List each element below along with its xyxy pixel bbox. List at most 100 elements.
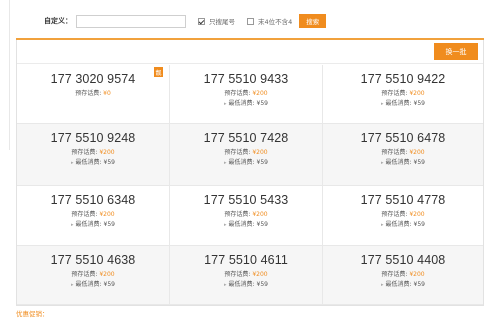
- minimum-spend-label: 最低消费:: [75, 221, 102, 228]
- prestore-fee: 预存话费: ¥200: [381, 89, 424, 99]
- number-card[interactable]: 177 5510 9433预存话费: ¥200最低消费: ¥59: [170, 65, 323, 124]
- minimum-spend: 最低消费: ¥59: [71, 220, 115, 230]
- minimum-spend: 最低消费: ¥59: [381, 99, 425, 109]
- prestore-fee-value: ¥200: [99, 211, 115, 218]
- minimum-spend-value: ¥59: [413, 159, 425, 166]
- prestore-fee-value: ¥200: [252, 149, 268, 156]
- number-card[interactable]: 177 5510 4778预存话费: ¥200最低消费: ¥59: [323, 186, 483, 246]
- minimum-spend: 最低消费: ¥59: [381, 158, 425, 168]
- tail-only-label: 只搜尾号: [209, 18, 235, 26]
- prestore-fee: 预存话费: ¥200: [224, 210, 267, 220]
- exclude-four-checkbox[interactable]: [247, 17, 254, 25]
- minimum-spend-value: ¥59: [256, 221, 268, 228]
- minimum-spend-value: ¥59: [413, 281, 425, 288]
- prestore-fee-value: ¥200: [409, 149, 425, 156]
- prestore-fee-value: ¥200: [252, 271, 268, 278]
- prestore-fee-value: ¥200: [99, 271, 115, 278]
- minimum-spend-label: 最低消费:: [385, 221, 412, 228]
- number-grid: 177 3020 9574 预存话费: ¥0 靓 177 5510 9433 预存话费:…: [17, 65, 483, 305]
- prestore-fee-label: 预存话费:: [71, 149, 98, 156]
- minimum-spend: 最低消费: ¥59: [224, 99, 268, 109]
- swap-batch-button[interactable]: 换一批: [434, 43, 478, 60]
- minimum-spend-value: ¥59: [103, 159, 115, 166]
- prestore-fee: 预存话费: ¥200: [381, 210, 424, 220]
- prestore-fee-value: ¥200: [409, 211, 425, 218]
- minimum-spend-value: ¥59: [256, 281, 268, 288]
- prestore-fee-label: 预存话费:: [224, 149, 251, 156]
- custom-search-bar: 自定义： 只搜尾号 末4位不含4 搜索: [20, 8, 490, 34]
- prestore-fee: 预存话费: ¥200: [224, 270, 267, 280]
- minimum-spend: 最低消费: ¥59: [224, 158, 268, 168]
- prestore-fee: 预存话费: ¥200: [71, 148, 114, 158]
- minimum-spend: 最低消费: ¥59: [381, 220, 425, 230]
- prestore-fee-value: ¥200: [409, 90, 425, 97]
- phone-number[interactable]: 177 5510 4778: [361, 193, 446, 207]
- number-card[interactable]: 177 5510 5433 预存话费: ¥200最低消费: ¥59: [170, 186, 323, 246]
- phone-number[interactable]: 177 5510 4611: [204, 253, 288, 267]
- prestore-fee: 预存话费: ¥200: [224, 89, 267, 99]
- exclude-four-option[interactable]: 末4位不含4: [247, 16, 292, 26]
- minimum-spend-value: ¥59: [103, 221, 115, 228]
- phone-number[interactable]: 177 5510 6478: [361, 131, 446, 145]
- prestore-fee: 预存话费: ¥200: [71, 210, 114, 220]
- prestore-fee-value: ¥0: [103, 90, 111, 97]
- phone-number[interactable]: 177 3020 9574: [51, 72, 136, 86]
- minimum-spend-label: 最低消费:: [385, 159, 412, 166]
- prestore-fee-label: 预存话费:: [381, 211, 408, 218]
- prestore-fee-label: 预存话费:: [381, 149, 408, 156]
- premium-badge-icon: 靓: [154, 67, 163, 77]
- number-card[interactable]: 177 5510 4611预存话费: ¥200最低消费: ¥59: [170, 246, 323, 305]
- prestore-fee-label: 预存话费:: [381, 271, 408, 278]
- phone-number[interactable]: 177 5510 5433: [204, 193, 289, 207]
- minimum-spend: 最低消费: ¥59: [381, 280, 425, 290]
- search-button[interactable]: 搜索: [299, 14, 327, 28]
- minimum-spend-value: ¥59: [413, 100, 425, 107]
- custom-search-label: 自定义：: [44, 17, 72, 25]
- prestore-fee-value: ¥200: [252, 90, 268, 97]
- prestore-fee-label: 预存话费:: [71, 271, 98, 278]
- minimum-spend-value: ¥59: [256, 159, 268, 166]
- phone-number[interactable]: 177 5510 4408: [361, 253, 446, 267]
- phone-number[interactable]: 177 5510 4638: [51, 253, 136, 267]
- minimum-spend-label: 最低消费:: [228, 281, 255, 288]
- number-card[interactable]: 177 5510 9422预存话费: ¥200最低消费: ¥59: [323, 65, 483, 124]
- panel-header: 换一批: [17, 40, 483, 64]
- prestore-fee-label: 预存话费:: [224, 211, 251, 218]
- number-card[interactable]: 177 5510 9248预存话费: ¥200最低消费: ¥59: [17, 124, 170, 186]
- prestore-fee-label: 预存话费:: [224, 90, 251, 97]
- minimum-spend-value: ¥59: [103, 281, 115, 288]
- prestore-fee-label: 预存话费:: [71, 211, 98, 218]
- minimum-spend: 最低消费: ¥59: [71, 280, 115, 290]
- phone-number[interactable]: 177 5510 6348: [51, 193, 136, 207]
- prestore-fee-value: ¥200: [409, 271, 425, 278]
- minimum-spend-label: 最低消费:: [385, 100, 412, 107]
- minimum-spend: 最低消费: ¥59: [71, 158, 115, 168]
- page-left-divider: [0, 0, 10, 150]
- number-card[interactable]: 177 5510 4638预存话费: ¥200最低消费: ¥59: [17, 246, 170, 305]
- minimum-spend-label: 最低消费:: [75, 281, 102, 288]
- prestore-fee: 预存话费: ¥0: [75, 89, 111, 99]
- minimum-spend: 最低消费: ¥59: [224, 220, 268, 230]
- phone-number[interactable]: 177 5510 7428: [204, 131, 289, 145]
- prestore-fee-value: ¥200: [99, 149, 115, 156]
- minimum-spend-label: 最低消费:: [228, 159, 255, 166]
- prestore-fee-label: 预存话费:: [224, 271, 251, 278]
- prestore-fee: 预存话费: ¥200: [71, 270, 114, 280]
- phone-number[interactable]: 177 5510 9422: [361, 72, 446, 86]
- tail-only-option[interactable]: 只搜尾号: [198, 16, 235, 26]
- minimum-spend-value: ¥59: [413, 221, 425, 228]
- promotion-heading: 优惠促销：: [16, 310, 49, 318]
- number-card[interactable]: 177 5510 6348预存话费: ¥200最低消费: ¥59: [17, 186, 170, 246]
- minimum-spend-label: 最低消费:: [228, 100, 255, 107]
- number-card[interactable]: 177 5510 7428 预存话费: ¥200 最低消费: ¥59: [170, 124, 323, 186]
- custom-number-input[interactable]: [76, 14, 186, 28]
- tail-only-checkbox[interactable]: [198, 17, 205, 25]
- number-card[interactable]: 177 3020 9574 预存话费: ¥0 靓: [17, 65, 170, 124]
- number-card[interactable]: 177 5510 6478 预存话费: ¥200 最低消费: ¥59: [323, 124, 483, 186]
- minimum-spend-value: ¥59: [256, 100, 268, 107]
- prestore-fee-label: 预存话费:: [381, 90, 408, 97]
- phone-number[interactable]: 177 5510 9433: [204, 72, 289, 86]
- number-card[interactable]: 177 5510 4408 预存话费: ¥200 最低消费: ¥59: [323, 246, 483, 305]
- number-list-panel: 换一批 177 3020 9574 预存话费: ¥0 靓 177 5510 9433 预…: [16, 40, 484, 306]
- phone-number[interactable]: 177 5510 9248: [51, 131, 136, 145]
